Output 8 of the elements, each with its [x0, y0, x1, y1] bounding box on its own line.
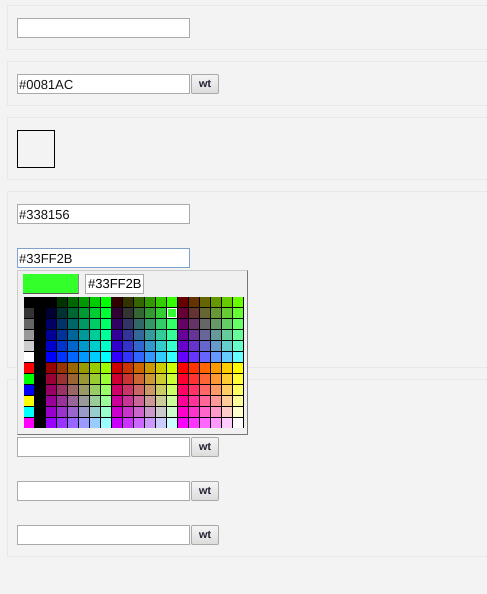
color-input[interactable]: #338156	[17, 204, 190, 224]
hex-field[interactable]: #33FF2B	[85, 274, 144, 294]
color-input[interactable]: #33FF2B	[17, 248, 190, 268]
picker-button[interactable]: wt	[191, 437, 219, 457]
picker-button[interactable]: wt	[191, 74, 219, 94]
picker-button[interactable]: wt	[191, 481, 219, 501]
picker-button[interactable]: wt	[191, 525, 219, 545]
color-input[interactable]: #0081AC	[17, 74, 190, 94]
